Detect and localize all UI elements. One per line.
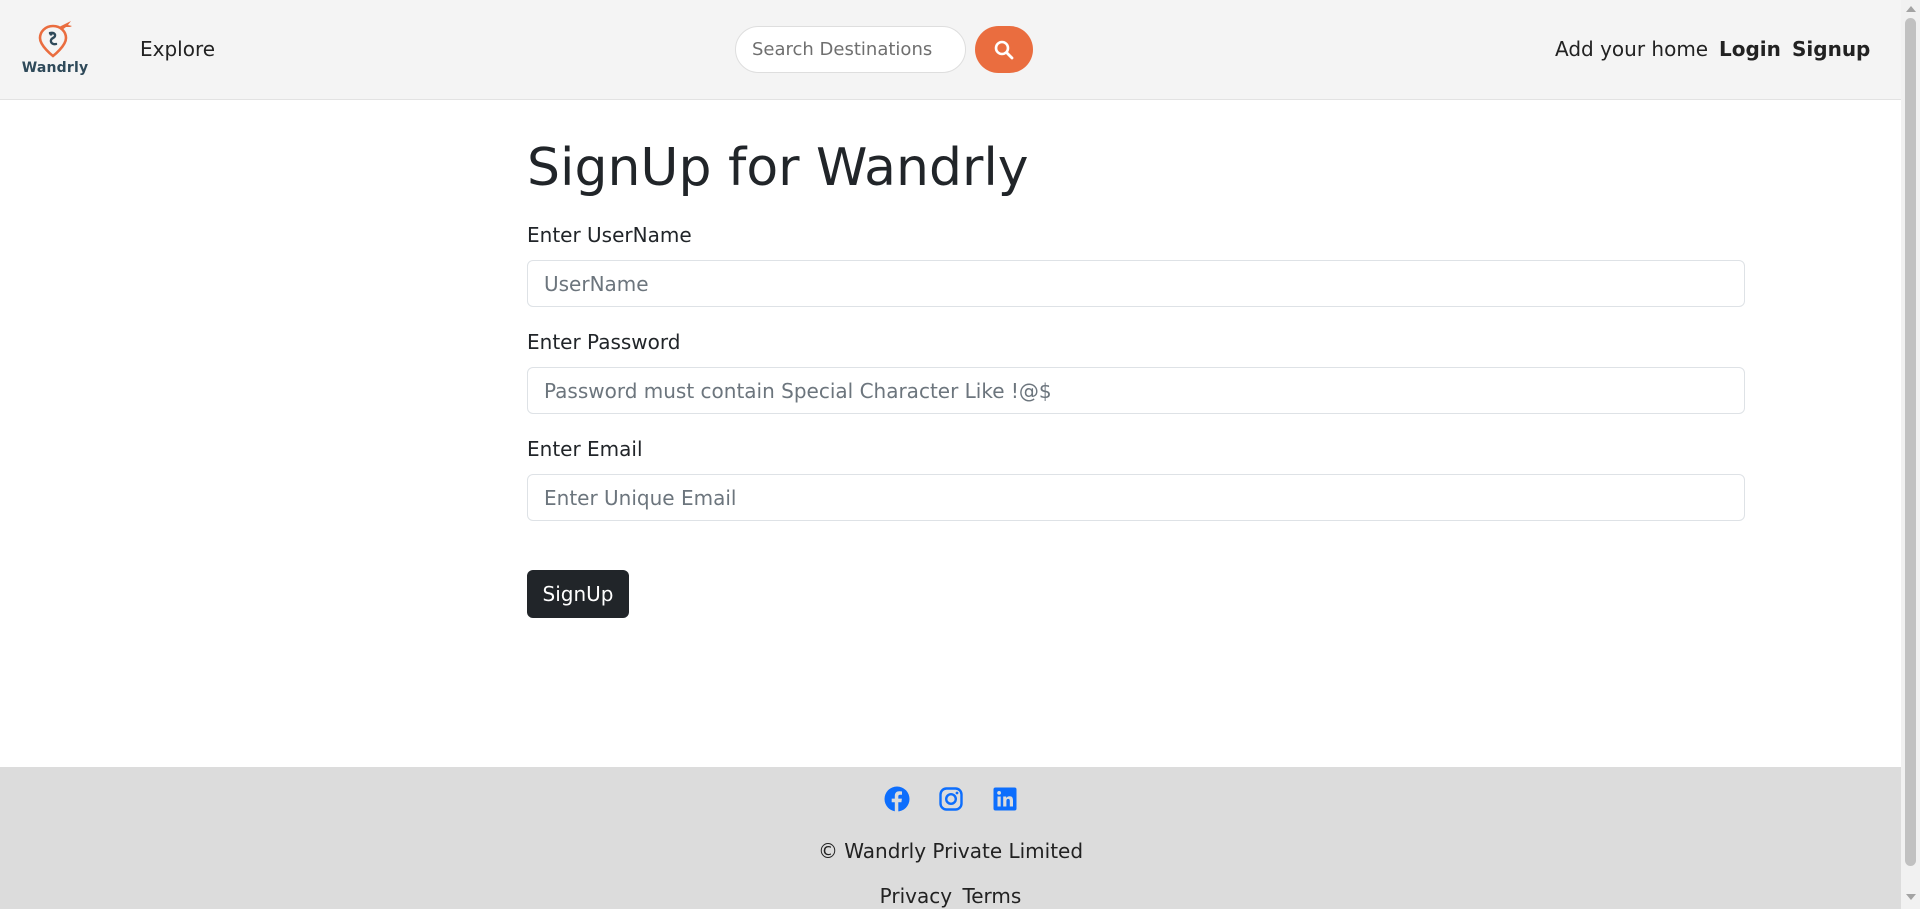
scrollbar-thumb[interactable] [1905, 18, 1916, 866]
brand-logo[interactable]: Wandrly [22, 20, 88, 80]
search-button[interactable] [975, 26, 1033, 73]
search-input[interactable] [735, 26, 966, 73]
terms-link[interactable]: Terms [962, 884, 1021, 908]
email-label: Enter Email [527, 437, 643, 461]
nav-add-home-link[interactable]: Add your home [1555, 37, 1708, 61]
email-field[interactable] [527, 474, 1745, 521]
copyright-text: © Wandrly Private Limited [817, 839, 1084, 863]
page-scrollbar[interactable] [1901, 0, 1920, 909]
signup-submit-button[interactable]: SignUp [527, 570, 629, 618]
privacy-link[interactable]: Privacy [880, 884, 952, 908]
page-title: SignUp for Wandrly [527, 138, 1029, 198]
footer: © Wandrly Private Limited Privacy Terms [0, 767, 1901, 909]
username-field[interactable] [527, 260, 1745, 307]
search-icon [994, 40, 1014, 59]
brand-name: Wandrly [21, 60, 89, 76]
nav-explore-link[interactable]: Explore [140, 37, 215, 61]
instagram-icon[interactable] [937, 785, 964, 812]
social-links [0, 785, 1901, 812]
nav-login-link[interactable]: Login [1719, 37, 1781, 61]
scroll-up-arrow-icon[interactable] [1906, 6, 1916, 12]
facebook-icon[interactable] [883, 785, 910, 812]
logo-pin-icon [38, 21, 72, 58]
username-label: Enter UserName [527, 223, 692, 247]
navbar: Wandrly Explore Add your home Login Sign… [0, 0, 1901, 100]
password-label: Enter Password [527, 330, 681, 354]
scroll-down-arrow-icon[interactable] [1906, 894, 1916, 900]
nav-signup-link[interactable]: Signup [1792, 37, 1870, 61]
linkedin-icon[interactable] [991, 785, 1018, 812]
footer-links: Privacy Terms [0, 884, 1901, 908]
password-field[interactable] [527, 367, 1745, 414]
